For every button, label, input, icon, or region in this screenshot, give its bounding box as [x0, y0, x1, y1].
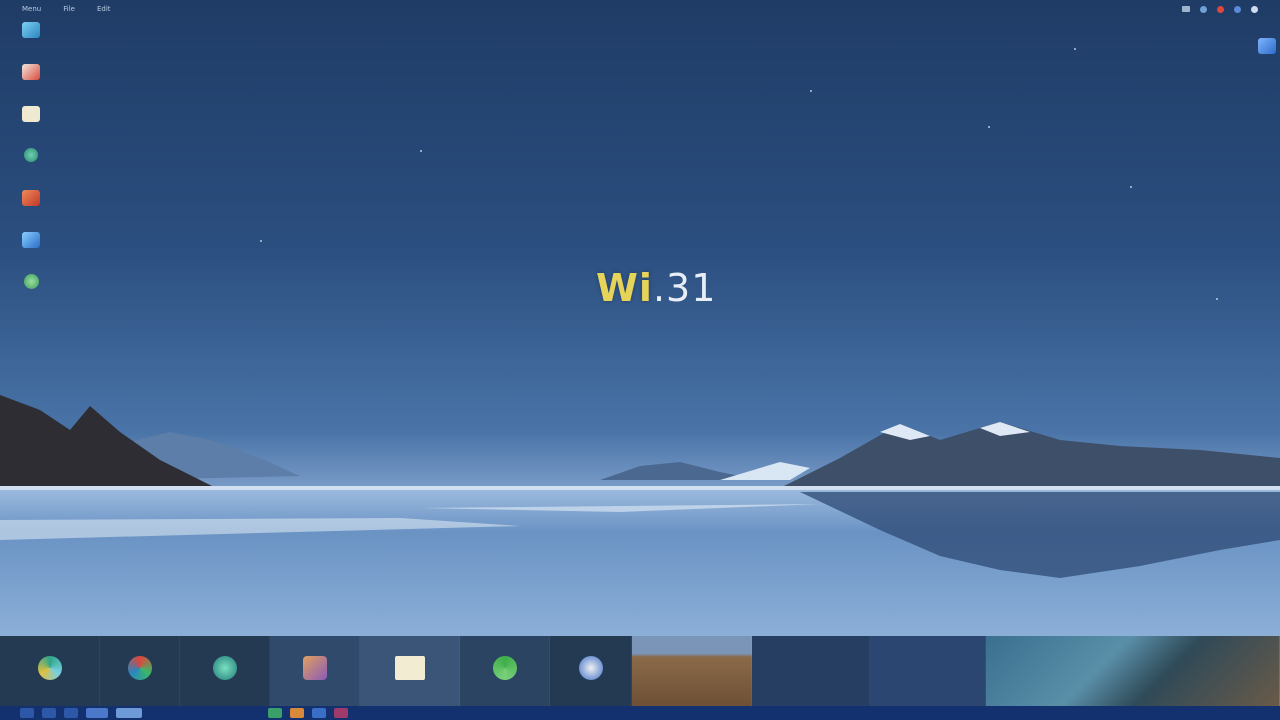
desktop-shortcut-right[interactable] — [1258, 38, 1276, 56]
desktop-shortcut[interactable] — [8, 148, 54, 179]
edge-icon — [212, 656, 237, 680]
notepad-icon — [22, 106, 40, 122]
desktop-shortcut[interactable] — [8, 106, 54, 137]
monitor-icon — [22, 22, 40, 38]
mail-icon — [22, 64, 40, 80]
menu-item[interactable]: Edit — [97, 5, 111, 13]
task-preview-tile[interactable] — [632, 636, 752, 706]
task-preview-tile[interactable] — [460, 636, 550, 706]
task-preview-tile[interactable] — [870, 636, 986, 706]
star — [988, 126, 990, 128]
task-preview-tile[interactable] — [270, 636, 360, 706]
desktop-icon-column — [8, 22, 54, 305]
notification-icon[interactable] — [1217, 5, 1224, 13]
logo-suffix: .31 — [652, 266, 717, 310]
star — [1074, 48, 1076, 50]
desktop-shortcut[interactable] — [8, 22, 54, 53]
task-preview-tile[interactable] — [0, 636, 100, 706]
star — [1130, 186, 1132, 188]
task-preview-strip — [0, 636, 1280, 706]
office-icon — [22, 190, 40, 206]
menu-item[interactable]: File — [63, 5, 75, 13]
taskbar-app[interactable] — [116, 708, 142, 718]
cloud-icon — [22, 232, 40, 248]
top-menu-bar: Menu File Edit — [0, 0, 1280, 18]
desktop-shortcut[interactable] — [8, 274, 54, 305]
cube-icon — [1258, 38, 1276, 54]
taskbar-app[interactable] — [312, 708, 326, 718]
os-logo: Wi.31 — [596, 266, 716, 310]
account-icon[interactable] — [1251, 5, 1258, 13]
right-mountain — [780, 422, 1280, 490]
globe-icon — [578, 656, 603, 680]
taskbar — [0, 706, 1280, 720]
taskbar-app[interactable] — [64, 708, 78, 718]
taskbar-app[interactable] — [290, 708, 304, 718]
star — [810, 90, 812, 92]
task-preview-tile[interactable] — [100, 636, 180, 706]
taskbar-app[interactable] — [268, 708, 282, 718]
star — [420, 150, 422, 152]
wallpaper-landscape — [0, 395, 1280, 640]
notepad-icon — [394, 656, 425, 680]
desktop-shortcut[interactable] — [8, 64, 54, 95]
search-button[interactable] — [42, 708, 56, 718]
snow-cap — [720, 462, 810, 480]
settings-icon[interactable] — [1234, 5, 1241, 13]
start-button[interactable] — [20, 708, 34, 718]
desktop-shortcut[interactable] — [8, 232, 54, 263]
desktop-shortcut[interactable] — [8, 190, 54, 221]
taskbar-app[interactable] — [334, 708, 348, 718]
star — [260, 240, 262, 242]
photos-icon — [127, 656, 152, 680]
task-preview-tile[interactable] — [550, 636, 632, 706]
task-preview-tile[interactable] — [360, 636, 460, 706]
topbar-status-area — [1182, 5, 1258, 13]
menu-item[interactable]: Menu — [22, 5, 41, 13]
store-icon — [23, 274, 39, 289]
copilot-icon — [37, 656, 62, 680]
star — [1216, 298, 1218, 300]
taskbar-app[interactable] — [86, 708, 108, 718]
logo-prefix: Wi — [596, 266, 653, 310]
task-preview-tile[interactable] — [752, 636, 870, 706]
task-preview-tile[interactable] — [986, 636, 1280, 706]
files-icon — [302, 656, 327, 680]
ice-shelf — [0, 486, 1280, 490]
browser-icon — [24, 148, 38, 162]
recycle-icon — [492, 656, 517, 680]
task-preview-tile[interactable] — [180, 636, 270, 706]
system-tray-icon[interactable] — [1182, 6, 1190, 12]
network-icon[interactable] — [1200, 5, 1207, 13]
